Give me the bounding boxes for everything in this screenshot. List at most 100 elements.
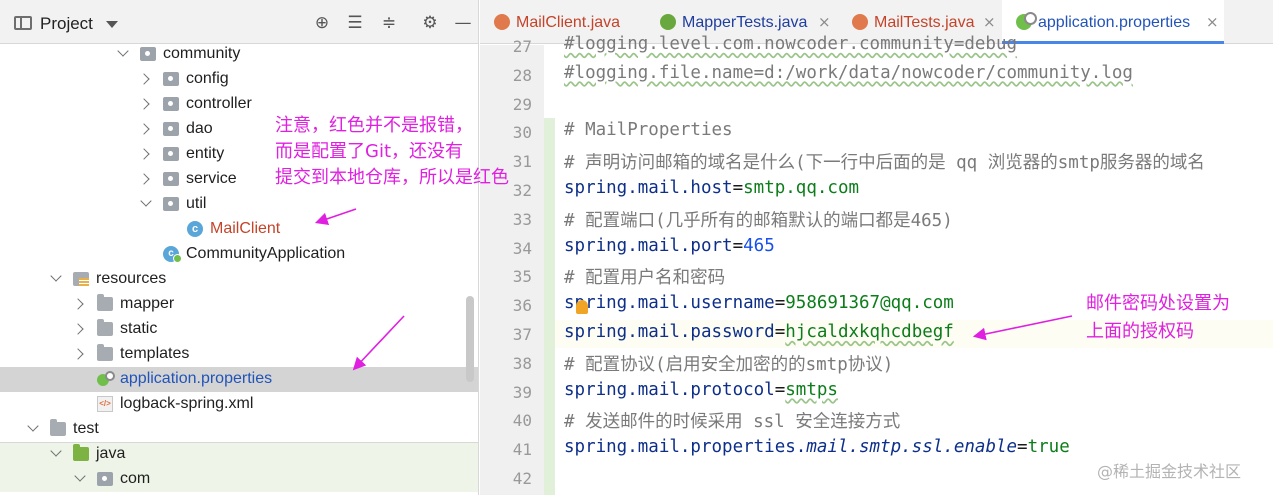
line-number: 33 [512, 209, 532, 229]
collapse-all-icon[interactable]: ≑ [378, 12, 400, 34]
chevron-down-icon[interactable] [26, 422, 40, 436]
chevron-right-icon[interactable] [73, 347, 87, 361]
tree-item-label: logback-spring.xml [120, 395, 254, 412]
code-line[interactable]: spring.mail.protocol=smtps [564, 380, 838, 400]
tree-item-mailclient[interactable]: c MailClient [0, 217, 478, 242]
tree-item-label: config [186, 70, 229, 87]
chevron-right-icon[interactable] [139, 97, 153, 111]
tree-item-java[interactable]: java [0, 442, 478, 467]
package-icon [163, 97, 179, 111]
code-line[interactable]: spring.mail.username=958691367@qq.com [564, 293, 954, 313]
property-key: spring.mail.username [564, 293, 775, 314]
tree-item-label: util [186, 195, 207, 212]
chevron-right-icon[interactable] [139, 147, 153, 161]
chevron-right-icon[interactable] [139, 172, 153, 186]
project-panel-title[interactable]: Project [40, 14, 93, 34]
code-line[interactable]: spring.mail.properties.mail.smtp.ssl.ena… [564, 437, 1070, 457]
chevron-right-icon[interactable] [139, 122, 153, 136]
tree-item-label: controller [186, 95, 252, 112]
code-line[interactable]: spring.mail.port=465 [564, 236, 775, 256]
property-value: smtps [785, 379, 838, 400]
tree-item-logback-spring-xml[interactable]: </> logback-spring.xml [0, 392, 478, 417]
code-line[interactable]: # 配置用户名和密码 [564, 264, 725, 289]
code-line[interactable]: # MailProperties [564, 120, 733, 140]
lightbulb-icon[interactable] [576, 300, 588, 314]
tab-application-properties[interactable]: application.properties × [1002, 0, 1224, 44]
code-comment: # 配置协议(启用安全加密的的smtp协议) [564, 354, 894, 375]
folder-icon [97, 319, 113, 336]
chevron-down-icon[interactable] [116, 47, 130, 61]
property-key: mail.smtp.ssl.enable [806, 437, 1018, 458]
code-line[interactable]: # 发送邮件的时候采用 ssl 安全连接方式 [564, 408, 900, 433]
package-icon [163, 172, 179, 186]
chevron-down-icon[interactable] [106, 21, 118, 28]
tree-item-label: entity [186, 145, 225, 162]
property-value: smtp.qq.com [743, 178, 860, 198]
line-number: 34 [512, 238, 532, 258]
annotation-line: 而是配置了Git，还没有 [275, 141, 464, 162]
tree-item-community[interactable]: community [0, 42, 478, 67]
tree-item-config[interactable]: config [0, 67, 478, 92]
folder-icon [50, 419, 66, 436]
chevron-down-icon[interactable] [49, 447, 63, 461]
package-icon [163, 147, 179, 161]
tree-item-util[interactable]: util [0, 192, 478, 217]
annotation-password-note: 邮件密码处设置为 上面的授权码 [1086, 290, 1230, 346]
spring-boot-class-icon: c [163, 246, 182, 263]
code-line[interactable]: # 声明访问邮箱的域名是什么(下一行中后面的是 qq 浏览器的smtp服务器的域… [564, 149, 1205, 174]
tree-item-label: dao [186, 120, 213, 137]
package-icon [97, 472, 113, 486]
tree-item-label: templates [120, 345, 190, 362]
expand-all-icon[interactable]: ☰ [344, 12, 366, 34]
line-number: 35 [512, 267, 532, 287]
code-line[interactable]: spring.mail.host=smtp.qq.com [564, 178, 859, 198]
property-key: spring.mail.password [564, 322, 775, 342]
minimize-icon[interactable]: — [452, 12, 474, 34]
code-comment: # 配置端口(几乎所有的邮箱默认的端口都是465) [564, 210, 953, 231]
close-icon[interactable]: × [818, 13, 831, 31]
property-key: spring.mail.port [564, 235, 733, 256]
chevron-right-icon[interactable] [73, 322, 87, 336]
gear-icon[interactable]: ⚙ [419, 12, 441, 34]
tree-item-static[interactable]: static [0, 317, 478, 342]
tree-item-templates[interactable]: templates [0, 342, 478, 367]
spring-properties-icon [1016, 12, 1037, 30]
line-number: 38 [512, 353, 532, 373]
tree-item-test[interactable]: test [0, 417, 478, 442]
tree-item-label: application.properties [120, 370, 273, 387]
package-icon [140, 47, 156, 61]
chevron-down-icon[interactable] [49, 272, 63, 286]
chevron-down-icon[interactable] [139, 197, 153, 211]
code-comment: # MailProperties [564, 120, 733, 141]
scrollbar-thumb[interactable] [466, 296, 474, 382]
chevron-down-icon[interactable] [73, 472, 87, 486]
code-comment: #logging.file.name=d:/work/data/nowcoder… [564, 62, 1133, 83]
tree-item-label: CommunityApplication [186, 245, 346, 262]
chevron-right-icon[interactable] [139, 72, 153, 86]
tree-item-label: com [120, 470, 151, 487]
project-panel: Project ⊕ ☰ ≑ ⚙ — community config control… [0, 0, 479, 495]
tree-item-communityapplication[interactable]: c CommunityApplication [0, 242, 478, 267]
code-line[interactable]: spring.mail.password=hjcaldxkqhcdbegf [564, 322, 954, 342]
test-folder-icon [73, 444, 89, 461]
property-key: spring.mail.protocol [564, 379, 775, 400]
vcs-change-marker [544, 118, 555, 495]
close-icon[interactable]: × [1206, 13, 1219, 31]
code-line[interactable]: #logging.level.com.nowcoder.community=de… [564, 34, 1017, 54]
crosshair-icon[interactable]: ⊕ [311, 12, 333, 34]
java-class-icon: c [187, 221, 203, 237]
project-view-icon [14, 16, 32, 30]
code-line[interactable]: #logging.file.name=d:/work/data/nowcoder… [564, 63, 1133, 83]
code-line[interactable]: # 配置协议(启用安全加密的的smtp协议) [564, 351, 893, 376]
close-icon[interactable]: × [983, 13, 996, 31]
code-comment: # 声明访问邮箱的域名是什么(下一行中后面的是 qq 浏览器的smtp服务器的域… [564, 153, 1205, 174]
tree-item-resources[interactable]: resources [0, 267, 478, 292]
line-number: 37 [512, 325, 532, 344]
code-line[interactable]: # 配置端口(几乎所有的邮箱默认的端口都是465) [564, 207, 953, 232]
spring-properties-icon [97, 371, 115, 387]
tree-item-mapper[interactable]: mapper [0, 292, 478, 317]
tree-item-com[interactable]: com [0, 467, 478, 492]
tree-item-application-properties[interactable]: application.properties [0, 367, 478, 392]
chevron-right-icon[interactable] [73, 297, 87, 311]
package-icon [163, 72, 179, 86]
